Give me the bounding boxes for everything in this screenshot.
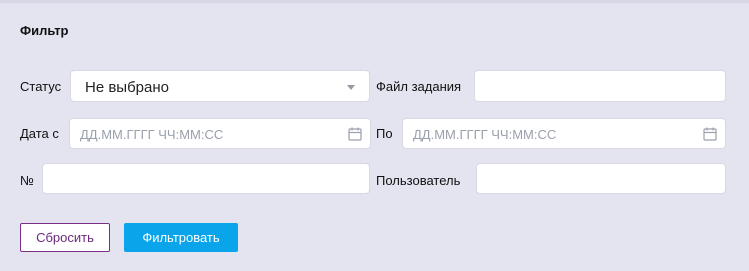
date-to-label: По bbox=[376, 126, 393, 141]
filter-button[interactable]: Фильтровать bbox=[124, 223, 238, 252]
date-from-placeholder: ДД.ММ.ГГГГ ЧЧ:ММ:СС bbox=[80, 127, 224, 142]
task-file-label: Файл задания bbox=[376, 79, 462, 94]
status-select-value: Не выбрано bbox=[85, 79, 169, 96]
filter-title: Фильтр bbox=[20, 23, 69, 38]
user-label: Пользователь bbox=[376, 173, 461, 188]
calendar-icon[interactable] bbox=[703, 127, 717, 141]
status-label: Статус bbox=[20, 79, 62, 94]
reset-button[interactable]: Сбросить bbox=[20, 223, 110, 252]
status-select[interactable]: Не выбрано bbox=[70, 70, 370, 102]
number-input[interactable] bbox=[42, 163, 370, 194]
user-input[interactable] bbox=[476, 163, 726, 194]
date-to-input[interactable]: ДД.ММ.ГГГГ ЧЧ:ММ:СС bbox=[402, 118, 726, 149]
date-from-input[interactable]: ДД.ММ.ГГГГ ЧЧ:ММ:СС bbox=[69, 118, 371, 149]
top-divider bbox=[0, 0, 749, 3]
date-from-label: Дата с bbox=[20, 126, 59, 141]
task-file-input[interactable] bbox=[474, 70, 726, 102]
number-label: № bbox=[20, 173, 34, 188]
chevron-down-icon bbox=[347, 85, 355, 90]
date-to-placeholder: ДД.ММ.ГГГГ ЧЧ:ММ:СС bbox=[413, 127, 557, 142]
calendar-icon[interactable] bbox=[348, 127, 362, 141]
